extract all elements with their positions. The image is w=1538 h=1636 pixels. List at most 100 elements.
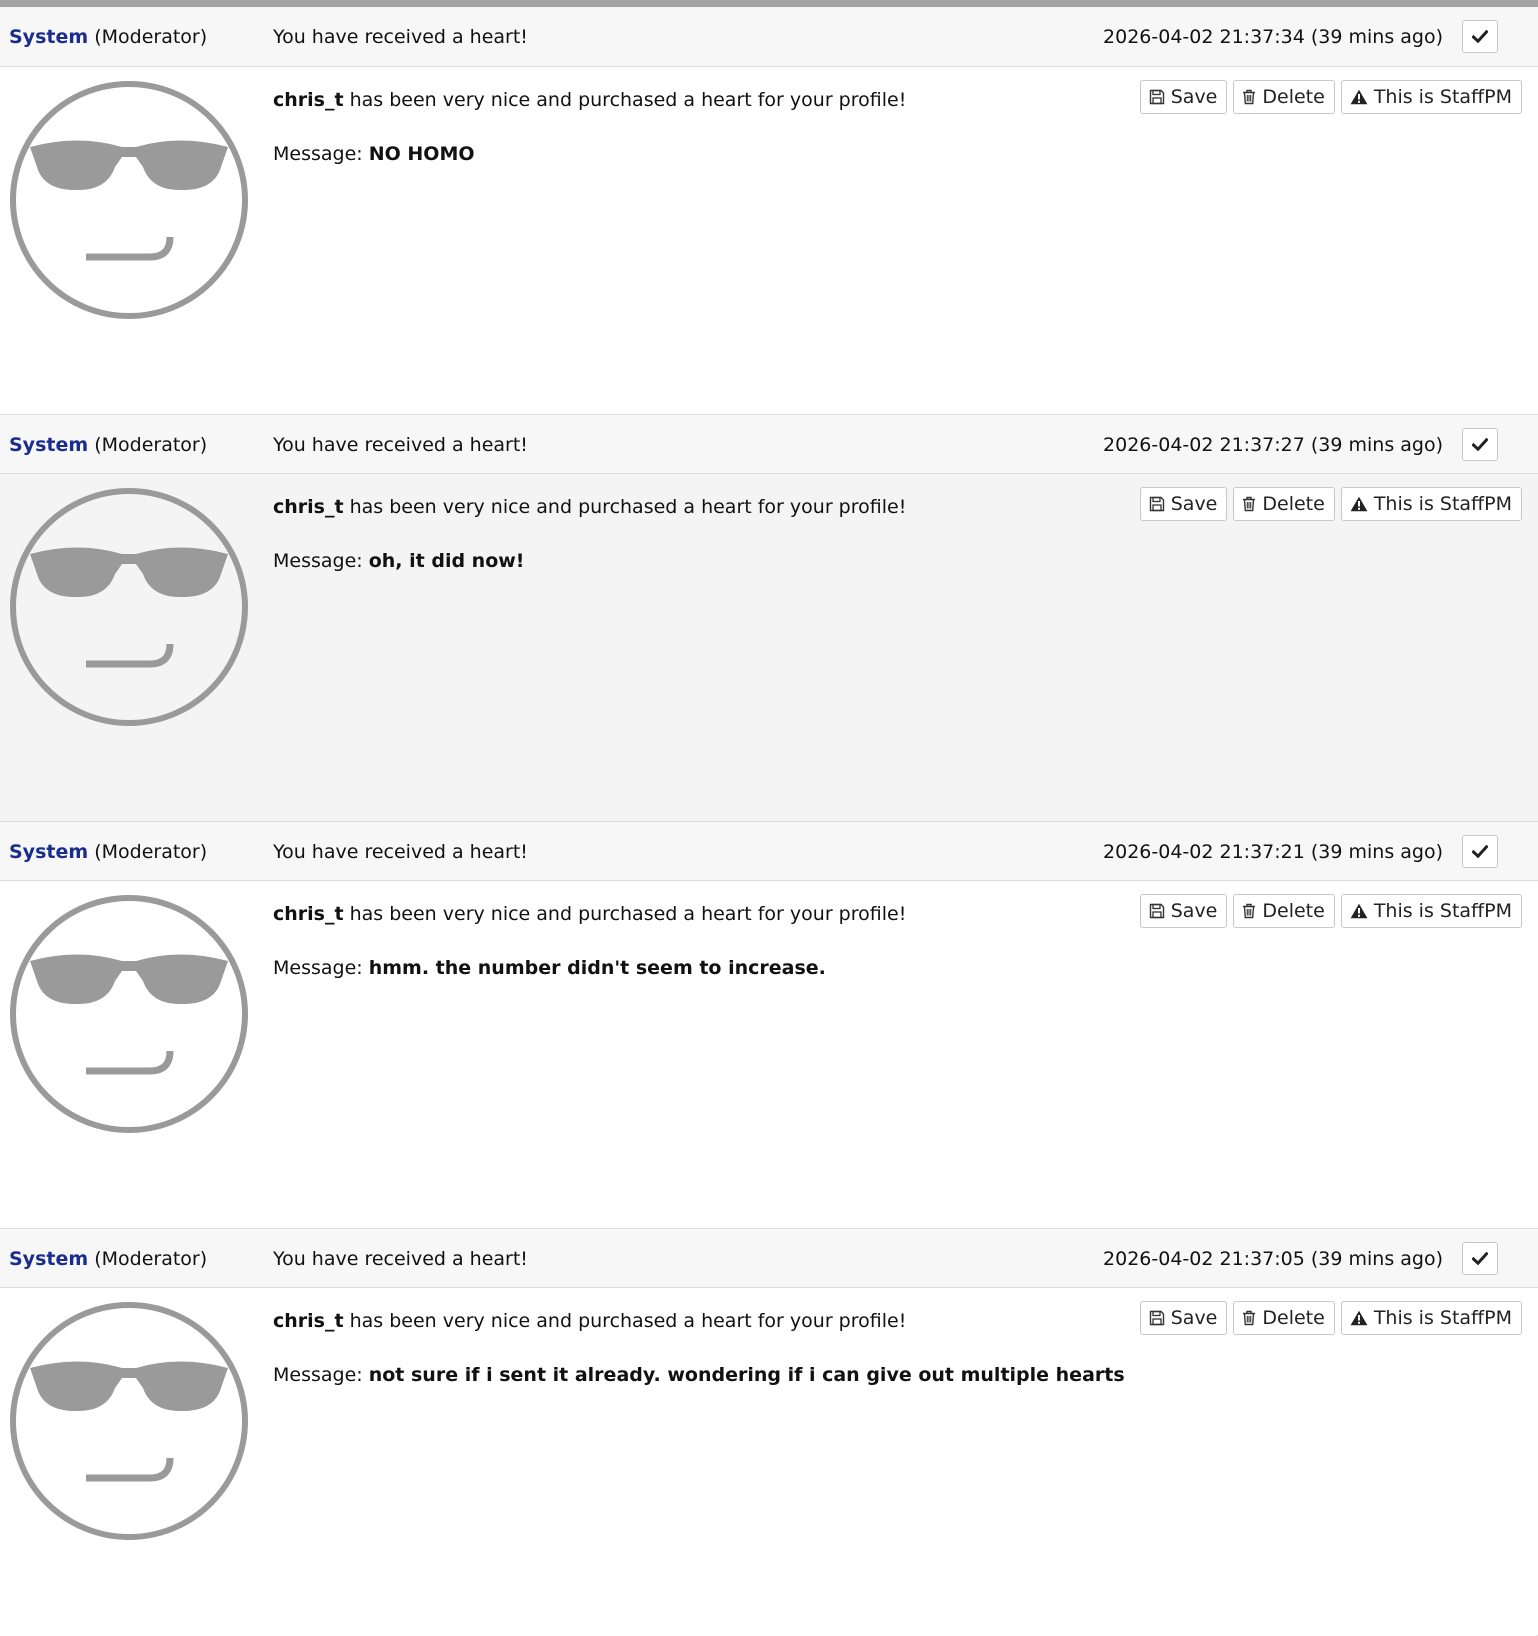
message-header[interactable]: System (Moderator) You have received a h…: [0, 821, 1538, 881]
message-body: chris_t has been very nice and purchased…: [0, 1288, 1538, 1635]
save-button[interactable]: Save: [1139, 80, 1228, 114]
sender-role: (Moderator): [94, 1248, 208, 1270]
message-line: Message: oh, it did now!: [273, 548, 906, 574]
trash-icon: [1243, 903, 1256, 919]
save-label: Save: [1170, 1307, 1218, 1329]
sender-link[interactable]: System: [9, 434, 88, 456]
delete-button[interactable]: Delete: [1233, 80, 1335, 114]
message-item: System (Moderator) You have received a h…: [0, 7, 1538, 414]
message-author: chris_t: [273, 1310, 344, 1332]
sunglasses-smiley-icon: [10, 488, 248, 726]
check-icon: [1472, 30, 1488, 43]
warning-triangle-icon: [1350, 1310, 1368, 1326]
message-label: Message:: [273, 957, 369, 979]
message-subject[interactable]: You have received a heart!: [273, 822, 528, 882]
staffpm-button[interactable]: This is StaffPM: [1340, 487, 1522, 521]
sender-role: (Moderator): [94, 26, 208, 48]
message-header[interactable]: System (Moderator) You have received a h…: [0, 7, 1538, 67]
message-text: not sure if i sent it already. wondering…: [368, 1364, 1125, 1386]
message-subject[interactable]: You have received a heart!: [273, 1229, 528, 1289]
staffpm-button[interactable]: This is StaffPM: [1340, 80, 1522, 114]
floppy-disk-icon: [1149, 89, 1164, 105]
save-label: Save: [1170, 493, 1218, 515]
sender-role: (Moderator): [94, 434, 208, 456]
check-icon: [1472, 845, 1488, 858]
trash-icon: [1243, 1310, 1256, 1326]
delete-label: Delete: [1262, 1307, 1325, 1329]
message-text: NO HOMO: [368, 143, 475, 165]
warning-triangle-icon: [1350, 903, 1368, 919]
delete-button[interactable]: Delete: [1233, 1301, 1335, 1335]
save-button[interactable]: Save: [1139, 894, 1228, 928]
message-label: Message:: [273, 550, 369, 572]
staffpm-button[interactable]: This is StaffPM: [1340, 894, 1522, 928]
floppy-disk-icon: [1149, 1310, 1164, 1326]
message-item: System (Moderator) You have received a h…: [0, 414, 1538, 821]
message-body: chris_t has been very nice and purchased…: [0, 67, 1538, 414]
mark-read-button[interactable]: [1462, 835, 1498, 868]
staffpm-label: This is StaffPM: [1373, 493, 1512, 515]
save-button[interactable]: Save: [1139, 1301, 1228, 1335]
save-label: Save: [1170, 86, 1218, 108]
mark-read-button[interactable]: [1462, 20, 1498, 53]
message-author: chris_t: [273, 903, 344, 925]
save-button[interactable]: Save: [1139, 487, 1228, 521]
message-content: chris_t has been very nice and purchased…: [273, 1308, 1125, 1388]
message-header[interactable]: System (Moderator) You have received a h…: [0, 414, 1538, 474]
sender: System (Moderator): [9, 822, 207, 882]
message-timestamp: 2026-04-02 21:37:34 (39 mins ago): [1103, 26, 1443, 48]
floppy-disk-icon: [1149, 903, 1164, 919]
sender-link[interactable]: System: [9, 1248, 88, 1270]
message-actions: Save Delete This is StaffPM: [1139, 894, 1522, 928]
message-intro: chris_t has been very nice and purchased…: [273, 1308, 1125, 1334]
warning-triangle-icon: [1350, 89, 1368, 105]
delete-label: Delete: [1262, 900, 1325, 922]
message-body-text: has been very nice and purchased a heart…: [343, 903, 907, 925]
message-subject[interactable]: You have received a heart!: [273, 7, 528, 67]
message-line: Message: NO HOMO: [273, 141, 906, 167]
message-actions: Save Delete This is StaffPM: [1139, 80, 1522, 114]
message-header[interactable]: System (Moderator) You have received a h…: [0, 1228, 1538, 1288]
staffpm-label: This is StaffPM: [1373, 86, 1512, 108]
message-list: System (Moderator) You have received a h…: [0, 7, 1538, 1635]
delete-button[interactable]: Delete: [1233, 894, 1335, 928]
message-subject[interactable]: You have received a heart!: [273, 415, 528, 475]
message-timestamp: 2026-04-02 21:37:05 (39 mins ago): [1103, 1248, 1443, 1270]
sender-link[interactable]: System: [9, 841, 88, 863]
staffpm-button[interactable]: This is StaffPM: [1340, 1301, 1522, 1335]
message-body-text: has been very nice and purchased a heart…: [343, 496, 907, 518]
message-body-text: has been very nice and purchased a heart…: [343, 89, 907, 111]
sunglasses-smiley-icon: [10, 81, 248, 319]
floppy-disk-icon: [1149, 496, 1164, 512]
message-timestamp: 2026-04-02 21:37:21 (39 mins ago): [1103, 841, 1443, 863]
message-timestamp: 2026-04-02 21:37:27 (39 mins ago): [1103, 434, 1443, 456]
staffpm-label: This is StaffPM: [1373, 900, 1512, 922]
sender-link[interactable]: System: [9, 26, 88, 48]
message-line: Message: not sure if i sent it already. …: [273, 1362, 1125, 1388]
message-actions: Save Delete This is StaffPM: [1139, 1301, 1522, 1335]
message-body: chris_t has been very nice and purchased…: [0, 881, 1538, 1228]
mark-read-button[interactable]: [1462, 1242, 1498, 1275]
message-author: chris_t: [273, 496, 344, 518]
message-content: chris_t has been very nice and purchased…: [273, 901, 906, 981]
sender: System (Moderator): [9, 1229, 207, 1289]
message-item: System (Moderator) You have received a h…: [0, 821, 1538, 1228]
message-content: chris_t has been very nice and purchased…: [273, 87, 906, 167]
mark-read-button[interactable]: [1462, 428, 1498, 461]
check-icon: [1472, 438, 1488, 451]
top-bar: [0, 0, 1538, 7]
delete-button[interactable]: Delete: [1233, 487, 1335, 521]
message-intro: chris_t has been very nice and purchased…: [273, 901, 906, 927]
trash-icon: [1243, 89, 1256, 105]
sunglasses-smiley-icon: [10, 895, 248, 1133]
message-item: System (Moderator) You have received a h…: [0, 1228, 1538, 1635]
message-intro: chris_t has been very nice and purchased…: [273, 87, 906, 113]
message-actions: Save Delete This is StaffPM: [1139, 487, 1522, 521]
warning-triangle-icon: [1350, 496, 1368, 512]
message-body: chris_t has been very nice and purchased…: [0, 474, 1538, 821]
delete-label: Delete: [1262, 493, 1325, 515]
delete-label: Delete: [1262, 86, 1325, 108]
sender-role: (Moderator): [94, 841, 208, 863]
message-intro: chris_t has been very nice and purchased…: [273, 494, 906, 520]
message-label: Message:: [273, 143, 369, 165]
